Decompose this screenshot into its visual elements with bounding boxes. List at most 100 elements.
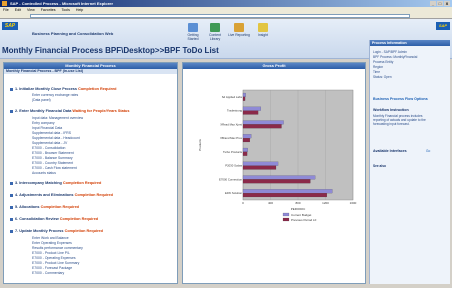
address-input[interactable] bbox=[30, 14, 410, 18]
step-bullet-icon bbox=[10, 205, 13, 209]
step-status: Completion Required bbox=[78, 87, 117, 91]
step-2-sub[interactable]: Entry company bbox=[32, 121, 55, 125]
step-7-sub[interactable]: E7000 - Product Line P/L bbox=[32, 251, 70, 255]
x-tick-label: 400 bbox=[268, 201, 273, 205]
step-status: Completion Required bbox=[74, 193, 113, 197]
step-7[interactable]: 7. Update Monthly Process Completion Req… bbox=[10, 229, 103, 233]
step-label: 2. Enter Monthly Financial Data bbox=[15, 109, 72, 113]
maximize-button[interactable]: □ bbox=[437, 1, 443, 6]
live-reporting-button[interactable]: Live Reporting bbox=[228, 23, 250, 37]
step-7-sub[interactable]: Enter Work and Balance bbox=[32, 236, 69, 240]
bar bbox=[242, 120, 284, 125]
step-1[interactable]: 1. Initialize Monthly Close Process Comp… bbox=[10, 87, 117, 91]
tool-label: Live Reporting bbox=[228, 33, 250, 37]
x-tick-label: 1200 bbox=[322, 201, 329, 205]
step-2-sub[interactable]: Input Financial Data bbox=[32, 126, 62, 130]
step-2-sub[interactable]: Supplemental data - JV bbox=[32, 141, 67, 145]
legend-label: Current Budget bbox=[291, 213, 312, 217]
step-2-sub[interactable]: Supplemental data - IFRS bbox=[32, 131, 71, 135]
info-line: Process Entity bbox=[373, 60, 394, 64]
step-2-sub[interactable]: E7000 - Country Statement bbox=[32, 161, 73, 165]
minimize-button[interactable]: _ bbox=[430, 1, 436, 6]
step-label: 4. Adjustments and Eliminations bbox=[15, 193, 74, 197]
sap-logo: SAP bbox=[2, 22, 18, 30]
legend-label: Previous Period LF bbox=[291, 218, 317, 222]
step-7-sub[interactable]: E7000 - Forecast Package bbox=[32, 266, 72, 270]
step-bullet-icon bbox=[10, 193, 13, 197]
library-icon bbox=[210, 23, 220, 32]
step-bullet-icon bbox=[10, 217, 13, 221]
bar bbox=[242, 193, 327, 198]
reporting-icon bbox=[234, 23, 244, 32]
app-title: Business Planning and Consolidation Web bbox=[32, 31, 114, 36]
step-2-sub[interactable]: E7000 - Browser Statement bbox=[32, 151, 74, 155]
bpf-options-link[interactable]: Business Process Flow Options bbox=[373, 97, 428, 101]
step-1-sub[interactable]: (Data panel) bbox=[32, 98, 51, 102]
step-2-sub[interactable]: Supplemental data - Headcount bbox=[32, 136, 80, 140]
getting-started-button[interactable]: Getting Started bbox=[182, 23, 204, 41]
legend-swatch bbox=[282, 212, 290, 217]
step-2-sub[interactable]: E7000 - Consolidation bbox=[32, 146, 65, 150]
legend-swatch bbox=[282, 217, 290, 222]
gross-profit-chart: 0 400 800 1200 1600 Sd Applied Labs Tradestron… bbox=[198, 89, 357, 222]
workflow-title: Workflow Instruction bbox=[373, 108, 409, 112]
chart-panel-header: Gross Profit bbox=[183, 63, 365, 69]
window-controls: _ □ X bbox=[430, 1, 450, 6]
step-2-sub[interactable]: Accounts status bbox=[32, 171, 56, 175]
window-title-bar: SAP - Controlled Process - Microsoft Int… bbox=[0, 0, 452, 7]
step-status: Completion Required bbox=[62, 181, 102, 185]
step-2-sub[interactable]: Input data: Management overview bbox=[32, 116, 83, 120]
tool-label: Content Library bbox=[209, 33, 221, 41]
step-status: Completion Required bbox=[64, 229, 103, 233]
info-panel: Process Information Login - SAP\BPF Admi… bbox=[369, 40, 450, 284]
step-bullet-icon bbox=[10, 87, 13, 91]
step-2-sub[interactable]: E7000 - Balance Summary bbox=[32, 156, 73, 160]
insight-icon bbox=[258, 23, 268, 32]
workflow-text: forecasting input forecast. bbox=[373, 122, 410, 126]
step-7-sub[interactable]: E7000 - Product Line Summary bbox=[32, 261, 79, 265]
sap-logo-right: SAP bbox=[436, 22, 450, 30]
step-3[interactable]: 3. Intercompany Matching Completion Requ… bbox=[10, 181, 101, 185]
step-7-sub[interactable]: E7000 - Commentary bbox=[32, 271, 64, 275]
step-4[interactable]: 4. Adjustments and Eliminations Completi… bbox=[10, 193, 113, 197]
step-label: 5. Allocations bbox=[15, 205, 40, 209]
page-title: Monthly Financial Process BPF\Desktop>>B… bbox=[2, 46, 219, 55]
bar bbox=[242, 134, 252, 139]
go-link[interactable]: Go bbox=[426, 149, 430, 153]
bar bbox=[242, 189, 333, 194]
step-1-sub[interactable]: Enter currency exchange rates bbox=[32, 93, 78, 97]
bar bbox=[242, 110, 259, 115]
x-tick-label: 1600 bbox=[350, 201, 357, 205]
step-bullet-icon bbox=[10, 109, 13, 113]
close-button[interactable]: X bbox=[444, 1, 450, 6]
x-tick-label: 0 bbox=[242, 201, 244, 205]
bar bbox=[242, 92, 246, 97]
insight-button[interactable]: Insight bbox=[252, 23, 274, 37]
bar bbox=[242, 175, 316, 180]
bpf-steps-panel: Monthly Financial Process Monthly Financ… bbox=[3, 62, 178, 284]
bar bbox=[242, 165, 277, 170]
step-6[interactable]: 6. Consolidation Review Completion Requi… bbox=[10, 217, 98, 221]
tool-label: Getting Started bbox=[187, 33, 199, 41]
step-bullet-icon bbox=[10, 181, 13, 185]
tool-label: Insight bbox=[258, 33, 268, 37]
category-label: XRead Max Xprsi bbox=[220, 122, 242, 126]
step-bullet-icon bbox=[10, 229, 13, 233]
category-label: Turbo Products bbox=[223, 150, 243, 154]
bar bbox=[242, 179, 311, 184]
step-7-sub[interactable]: Results performance commentary bbox=[32, 246, 83, 250]
step-7-sub[interactable]: E7000 - Operating Expenses bbox=[32, 256, 76, 260]
see-also-label[interactable]: See also bbox=[373, 164, 386, 168]
step-label: 3. Intercompany Matching bbox=[15, 181, 62, 185]
bar bbox=[242, 106, 261, 111]
step-2-sub[interactable]: E7000 - Cash Flow statement bbox=[32, 166, 77, 170]
content-library-button[interactable]: Content Library bbox=[204, 23, 226, 41]
bar bbox=[242, 138, 250, 143]
bar bbox=[242, 96, 246, 101]
step-2[interactable]: 2. Enter Monthly Financial Data Waiting … bbox=[10, 109, 129, 113]
category-label: Tradestrong bbox=[227, 109, 242, 113]
step-7-sub[interactable]: Enter Operating Expenses bbox=[32, 241, 72, 245]
info-line: Login - SAP\BPF Admin bbox=[373, 50, 407, 54]
step-5[interactable]: 5. Allocations Completion Required bbox=[10, 205, 79, 209]
ie-logo-icon bbox=[2, 1, 7, 6]
